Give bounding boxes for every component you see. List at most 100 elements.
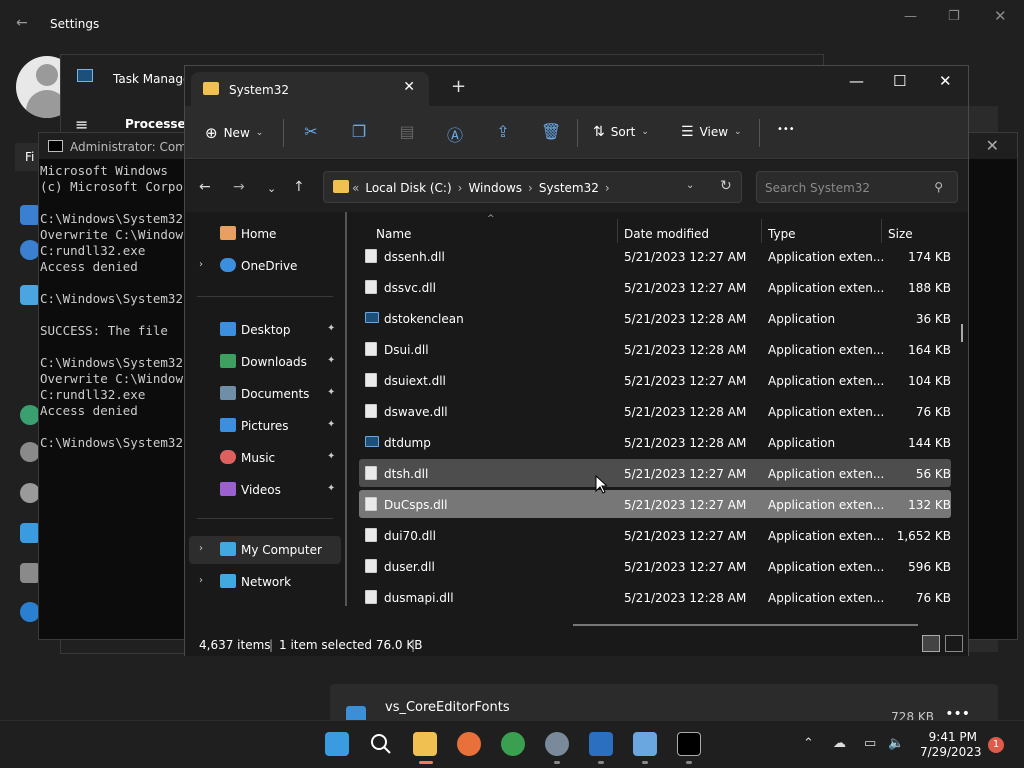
search-icon[interactable]: ⚲ bbox=[934, 180, 943, 194]
accessibility-icon[interactable] bbox=[20, 523, 40, 543]
chevron-right-icon[interactable]: › bbox=[458, 181, 463, 195]
tab-system32[interactable]: System32 ✕ bbox=[191, 72, 429, 106]
maximize-icon[interactable]: ❐ bbox=[948, 9, 960, 24]
clock[interactable]: 9:41 PM 7/29/2023 bbox=[920, 730, 982, 760]
nav-item-home[interactable]: Home bbox=[189, 220, 341, 248]
file-row[interactable]: dui70.dll 5/21/2023 12:27 AM Application e… bbox=[359, 521, 951, 549]
new-button[interactable]: ⊕ New ⌄ bbox=[205, 124, 263, 142]
pin-icon[interactable]: ✦ bbox=[327, 355, 335, 366]
file-row[interactable]: duser.dll 5/21/2023 12:27 AM Application e… bbox=[359, 552, 951, 580]
pin-icon[interactable]: ✦ bbox=[327, 387, 335, 398]
share-icon[interactable]: ⇪ bbox=[493, 122, 513, 142]
overflow-chevron-icon[interactable]: « bbox=[352, 181, 359, 195]
firefox-icon[interactable] bbox=[457, 732, 481, 756]
nav-item-onedrive[interactable]: › OneDrive bbox=[189, 252, 341, 280]
file-row[interactable]: DuCsps.dll 5/21/2023 12:27 AM Application … bbox=[359, 490, 951, 518]
more-options-button[interactable]: ••• bbox=[777, 124, 795, 135]
nav-item-videos[interactable]: Videos ✦ bbox=[189, 476, 341, 504]
file-menu-tab[interactable]: Fi bbox=[15, 143, 39, 171]
breadcrumb-windows[interactable]: Windows bbox=[468, 181, 522, 195]
column-header-size[interactable]: Size bbox=[888, 227, 913, 241]
tiles-view-icon[interactable] bbox=[945, 635, 963, 652]
paste-icon[interactable]: ▤ bbox=[397, 122, 417, 142]
nav-pane-scrollbar[interactable] bbox=[345, 212, 347, 606]
notification-badge[interactable]: 1 bbox=[988, 737, 1004, 753]
rename-icon[interactable]: Ⓐ bbox=[445, 122, 465, 145]
nav-item-downloads[interactable]: Downloads ✦ bbox=[189, 348, 341, 376]
pin-icon[interactable]: ✦ bbox=[327, 451, 335, 462]
file-explorer-icon[interactable] bbox=[413, 732, 437, 756]
processes-tab[interactable]: Processes bbox=[125, 117, 193, 131]
expand-chevron-icon[interactable]: › bbox=[199, 259, 203, 270]
start-icon[interactable] bbox=[325, 732, 349, 756]
pin-icon[interactable]: ✦ bbox=[327, 323, 335, 334]
address-dropdown-icon[interactable]: ⌄ bbox=[686, 180, 694, 191]
file-list-scrollbar[interactable] bbox=[961, 324, 963, 342]
back-arrow-icon[interactable]: ← bbox=[16, 15, 28, 31]
cut-icon[interactable]: ✂ bbox=[301, 122, 321, 142]
sort-button[interactable]: ⇅ Sort ⌄ bbox=[593, 124, 649, 140]
system-icon[interactable] bbox=[20, 205, 40, 225]
close-icon[interactable]: ✕ bbox=[939, 72, 952, 90]
chrome-icon[interactable] bbox=[501, 732, 525, 756]
refresh-icon[interactable]: ↻ bbox=[720, 178, 732, 194]
volume-icon[interactable]: 🔈 bbox=[888, 736, 904, 751]
pin-icon[interactable]: ✦ bbox=[327, 483, 335, 494]
column-header-name[interactable]: Name bbox=[376, 227, 411, 241]
chevron-right-icon[interactable]: › bbox=[605, 181, 610, 195]
copy-icon[interactable]: ❐ bbox=[349, 122, 369, 142]
cmd-close-icon[interactable]: ✕ bbox=[986, 136, 999, 155]
cloud-offline-icon[interactable]: ☁ bbox=[833, 736, 846, 751]
breadcrumb-local-disk[interactable]: Local Disk (C:) bbox=[365, 181, 451, 195]
recent-locations-icon[interactable]: ⌄ bbox=[267, 182, 276, 195]
details-view-icon[interactable] bbox=[922, 635, 940, 652]
network-icon[interactable] bbox=[20, 285, 40, 305]
column-header-date[interactable]: Date modified bbox=[624, 227, 709, 241]
file-row[interactable]: dtdump 5/21/2023 12:28 AM Application 144 K… bbox=[359, 428, 951, 456]
maximize-icon[interactable]: ☐ bbox=[893, 72, 906, 90]
pin-icon[interactable]: ✦ bbox=[327, 419, 335, 430]
accounts-icon[interactable] bbox=[20, 405, 40, 425]
minimize-icon[interactable]: — bbox=[904, 9, 917, 24]
view-button[interactable]: ☰ View ⌄ bbox=[681, 124, 742, 140]
search-icon[interactable] bbox=[369, 732, 393, 756]
nav-item-my-computer[interactable]: › My Computer bbox=[189, 536, 341, 564]
update-icon[interactable] bbox=[20, 602, 40, 622]
terminal-icon[interactable] bbox=[677, 732, 701, 756]
horizontal-scrollbar[interactable] bbox=[573, 624, 918, 626]
shield-icon[interactable] bbox=[589, 732, 613, 756]
file-row[interactable]: dssvc.dll 5/21/2023 12:27 AM Application e… bbox=[359, 273, 951, 301]
file-row[interactable]: dtsh.dll 5/21/2023 12:27 AM Application ex… bbox=[359, 459, 951, 487]
app-list-item[interactable]: vs_CoreEditorFonts 728 KB ••• bbox=[330, 684, 998, 724]
expand-chevron-icon[interactable]: › bbox=[199, 575, 203, 586]
chevron-right-icon[interactable]: › bbox=[528, 181, 533, 195]
settings-gear-icon[interactable] bbox=[545, 732, 569, 756]
time-icon[interactable] bbox=[20, 442, 40, 462]
column-header-type[interactable]: Type bbox=[768, 227, 796, 241]
bluetooth-icon[interactable] bbox=[20, 240, 40, 260]
delete-icon[interactable]: 🗑 bbox=[541, 122, 561, 142]
file-row[interactable]: dsuiext.dll 5/21/2023 12:27 AM Application… bbox=[359, 366, 951, 394]
nav-item-music[interactable]: Music ✦ bbox=[189, 444, 341, 472]
nav-item-documents[interactable]: Documents ✦ bbox=[189, 380, 341, 408]
close-tab-icon[interactable]: ✕ bbox=[403, 79, 415, 95]
chevron-up-icon[interactable]: ⌃ bbox=[803, 736, 814, 751]
breadcrumb-system32[interactable]: System32 bbox=[539, 181, 599, 195]
file-row[interactable]: Dsui.dll 5/21/2023 12:28 AM Application ex… bbox=[359, 335, 951, 363]
forward-arrow-icon[interactable]: → bbox=[233, 179, 245, 195]
file-row[interactable]: dssenh.dll 5/21/2023 12:27 AM Application … bbox=[359, 242, 951, 270]
new-tab-button[interactable]: + bbox=[451, 76, 466, 97]
network-status-icon[interactable]: ▭ bbox=[864, 736, 876, 751]
task-manager-icon[interactable] bbox=[633, 732, 657, 756]
privacy-icon[interactable] bbox=[20, 563, 40, 583]
close-icon[interactable]: ✕ bbox=[994, 7, 1007, 25]
minimize-icon[interactable]: — bbox=[849, 72, 864, 90]
nav-item-desktop[interactable]: Desktop ✦ bbox=[189, 316, 341, 344]
back-arrow-icon[interactable]: ← bbox=[199, 179, 211, 195]
file-row[interactable]: dusmapi.dll 5/21/2023 12:28 AM Application… bbox=[359, 583, 951, 611]
expand-chevron-icon[interactable]: › bbox=[199, 543, 203, 554]
search-box[interactable]: Search System32 ⚲ bbox=[756, 171, 958, 203]
gaming-icon[interactable] bbox=[20, 483, 40, 503]
up-arrow-icon[interactable]: ↑ bbox=[293, 179, 305, 195]
address-bar[interactable]: « Local Disk (C:) › Windows › System32 ›… bbox=[323, 171, 742, 203]
